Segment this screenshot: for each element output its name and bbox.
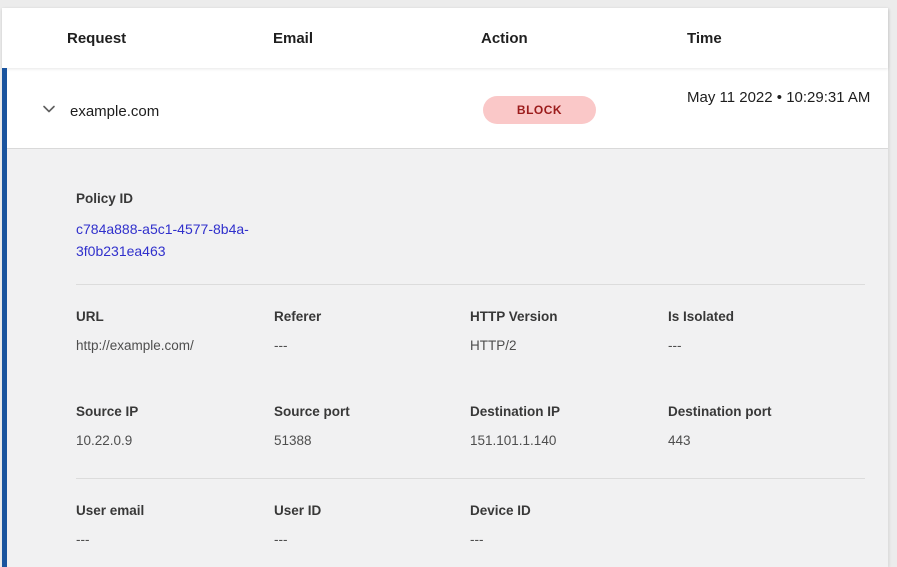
column-header-time: Time	[687, 8, 722, 68]
field-label-device-id: Device ID	[470, 502, 662, 520]
details-divider	[76, 478, 865, 479]
collapse-row-button[interactable]	[36, 96, 62, 122]
row-details-panel: Policy ID c784a888-a5c1-4577-8b4a-3f0b23…	[2, 148, 888, 567]
chevron-down-icon	[40, 100, 58, 118]
details-divider	[76, 284, 865, 285]
detail-field-destination-port: Destination port 443	[668, 403, 860, 450]
detail-field-referer: Referer ---	[274, 308, 466, 355]
logs-table: Request Email Action Time example.com BL…	[2, 8, 888, 567]
column-header-request: Request	[67, 8, 126, 68]
row-request-value: example.com	[70, 102, 159, 122]
log-row-group: example.com BLOCK May 11 2022 • 10:29:31…	[2, 68, 888, 567]
detail-field-user-email: User email ---	[76, 502, 268, 549]
field-value-source-ip: 10.22.0.9	[76, 432, 268, 450]
expanded-row-accent-stripe	[2, 68, 7, 567]
field-value-destination-ip: 151.101.1.140	[470, 432, 662, 450]
detail-field-policy-id: Policy ID c784a888-a5c1-4577-8b4a-3f0b23…	[76, 190, 268, 262]
field-value-referer: ---	[274, 337, 466, 355]
policy-id-link[interactable]: c784a888-a5c1-4577-8b4a-3f0b231ea463	[76, 218, 272, 262]
field-label-user-email: User email	[76, 502, 268, 520]
field-value-device-id: ---	[470, 531, 662, 549]
detail-field-source-port: Source port 51388	[274, 403, 466, 450]
field-label-policy-id: Policy ID	[76, 190, 268, 208]
field-label-referer: Referer	[274, 308, 466, 326]
row-time-value: May 11 2022 • 10:29:31 AM	[687, 86, 879, 110]
field-value-user-email: ---	[76, 531, 268, 549]
field-value-user-id: ---	[274, 531, 466, 549]
field-label-http-version: HTTP Version	[470, 308, 662, 326]
field-label-source-ip: Source IP	[76, 403, 268, 421]
detail-field-is-isolated: Is Isolated ---	[668, 308, 860, 355]
field-value-url: http://example.com/	[76, 337, 268, 355]
detail-field-url: URL http://example.com/	[76, 308, 268, 355]
field-value-source-port: 51388	[274, 432, 466, 450]
detail-field-source-ip: Source IP 10.22.0.9	[76, 403, 268, 450]
detail-field-device-id: Device ID ---	[470, 502, 662, 549]
field-label-destination-ip: Destination IP	[470, 403, 662, 421]
column-header-action: Action	[481, 8, 528, 68]
log-row[interactable]: example.com BLOCK May 11 2022 • 10:29:31…	[2, 68, 888, 148]
column-header-email: Email	[273, 8, 313, 68]
gateway-logs-screen: Request Email Action Time example.com BL…	[0, 0, 897, 567]
action-block-badge: BLOCK	[483, 96, 596, 124]
field-label-source-port: Source port	[274, 403, 466, 421]
table-header: Request Email Action Time	[2, 8, 888, 68]
field-label-is-isolated: Is Isolated	[668, 308, 860, 326]
detail-field-user-id: User ID ---	[274, 502, 466, 549]
field-value-is-isolated: ---	[668, 337, 860, 355]
field-value-http-version: HTTP/2	[470, 337, 662, 355]
field-value-destination-port: 443	[668, 432, 860, 450]
field-label-destination-port: Destination port	[668, 403, 860, 421]
detail-field-destination-ip: Destination IP 151.101.1.140	[470, 403, 662, 450]
field-label-url: URL	[76, 308, 268, 326]
detail-field-http-version: HTTP Version HTTP/2	[470, 308, 662, 355]
field-label-user-id: User ID	[274, 502, 466, 520]
